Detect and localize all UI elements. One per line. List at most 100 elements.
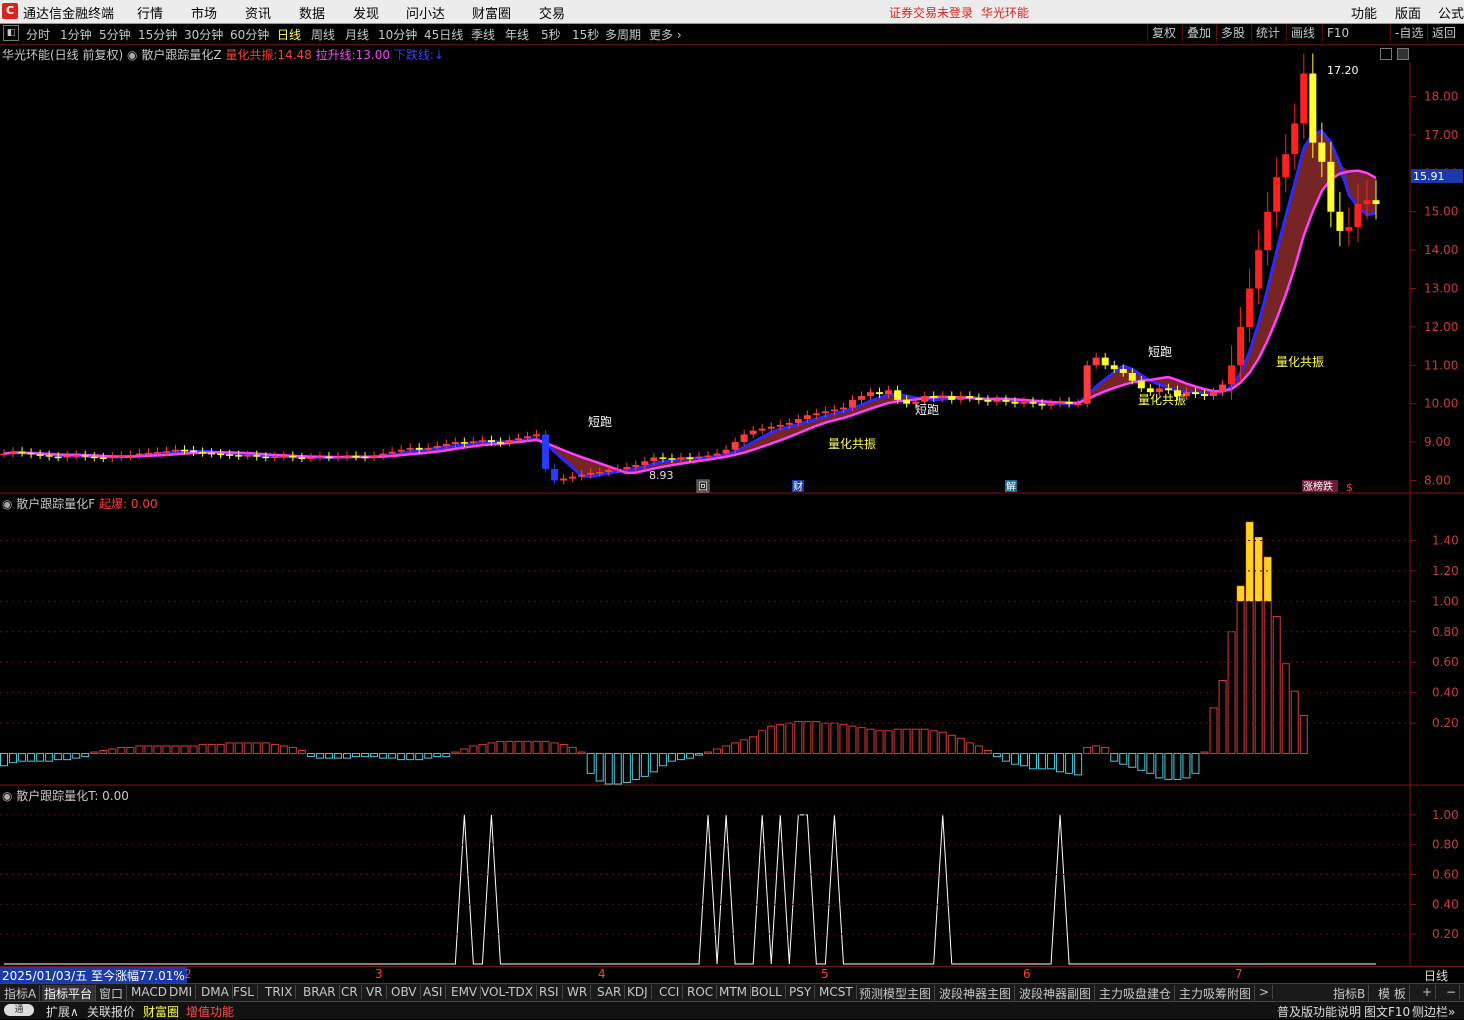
sub1-bar	[18, 753, 27, 762]
status-bar: 通 扩展∧ 关联报价 财富圈 增值功能 普及版功能说明 图文F10 侧边栏»	[0, 1001, 1464, 1019]
sub1-bar	[27, 753, 36, 762]
candle	[316, 452, 324, 462]
candle	[81, 450, 89, 461]
status-kuozhan[interactable]: 扩展∧	[46, 1003, 79, 1020]
tab-15[interactable]: RSI	[537, 985, 563, 999]
status-zengzhi[interactable]: 增值功能	[186, 1003, 234, 1020]
sub2-tick-label: 0.60	[1432, 868, 1459, 882]
tab-27[interactable]: 波段神器副图	[1017, 985, 1096, 1002]
sub1-bar	[911, 728, 920, 755]
tab-right-0[interactable]: 指标B	[1331, 985, 1370, 1002]
date-cursor-label: 2025/01/03/五 至今涨幅77.01%	[0, 967, 187, 984]
sub1-bar-highlight	[1255, 537, 1263, 602]
tab-4[interactable]: DMI	[167, 985, 197, 999]
candle	[117, 451, 125, 461]
tab-29[interactable]: 主力吸筹附图	[1177, 985, 1256, 1002]
tab-30[interactable]: >	[1257, 985, 1274, 999]
event-tag-dollar[interactable]: $	[1346, 481, 1353, 494]
status-guanlian[interactable]: 关联报价	[87, 1003, 135, 1020]
status-f10[interactable]: 图文F10	[1364, 1003, 1410, 1020]
sub1-bar	[767, 725, 776, 755]
sub1-bar	[821, 722, 830, 755]
sub1-bar	[63, 753, 72, 761]
event-tag-hui-text: 回	[698, 481, 708, 493]
tab-24[interactable]: MCST	[817, 985, 857, 999]
tab-0[interactable]: 指标A	[2, 985, 41, 1002]
tab-23[interactable]: PSY	[787, 985, 816, 999]
candle	[217, 449, 225, 459]
status-puji[interactable]: 普及版功能说明	[1277, 1003, 1361, 1020]
month-label-2: 2	[184, 967, 192, 981]
tab-right-1[interactable]: 模 板	[1376, 985, 1410, 1002]
tab-right-2[interactable]: +	[1420, 985, 1437, 999]
tab-7[interactable]: TRIX	[263, 985, 297, 999]
sub1-bar	[451, 751, 460, 755]
candle	[1336, 191, 1344, 247]
sub1-bar	[523, 740, 532, 755]
tab-8[interactable]: BRAR	[301, 985, 340, 999]
main-tick-label: 18.00	[1424, 90, 1458, 104]
sub1-bar	[171, 745, 180, 755]
sub1-bar	[731, 742, 740, 755]
sub1-bar	[415, 753, 424, 761]
tab-right-3[interactable]: −	[1444, 985, 1461, 999]
sub1-tick-label: 0.40	[1432, 686, 1459, 700]
candle	[108, 452, 116, 463]
line-lasheng	[3, 169, 1377, 475]
candle	[190, 445, 198, 456]
tab-22[interactable]: BOLL	[749, 985, 786, 999]
tab-20[interactable]: ROC	[685, 985, 718, 999]
tab-5[interactable]: DMA	[199, 985, 233, 999]
sub1-bar	[1281, 663, 1290, 755]
sub1-bar	[1110, 753, 1119, 762]
tab-2[interactable]: 窗口	[97, 985, 128, 1002]
sub1-bar-chart	[0, 521, 1308, 785]
tab-13[interactable]: EMV	[449, 985, 482, 999]
sub1-bar	[902, 728, 911, 755]
sub1-bar	[676, 753, 685, 761]
sub1-bar	[1182, 753, 1191, 779]
sub1-bar-highlight	[1237, 586, 1245, 602]
tab-25[interactable]: 预测模型主图	[857, 985, 936, 1002]
sub1-bar	[1001, 753, 1010, 762]
sub1-bar	[1038, 753, 1047, 770]
candle	[505, 435, 513, 447]
sub1-tick-label: 1.20	[1432, 564, 1459, 578]
sub1-bar	[288, 746, 297, 755]
tab-18[interactable]: KDJ	[625, 985, 652, 999]
tab-21[interactable]: MTM	[717, 985, 752, 999]
tab-11[interactable]: OBV	[389, 985, 421, 999]
tab-14[interactable]: VOL-TDX	[479, 985, 537, 999]
tab-12[interactable]: ASI	[421, 985, 447, 999]
sub1-bar	[965, 742, 974, 755]
sub1-bar	[649, 753, 658, 773]
tab-3[interactable]: MACD	[129, 985, 171, 999]
sub1-bar	[722, 745, 731, 755]
tab-26[interactable]: 波段神器主图	[937, 985, 1016, 1002]
status-caifuquan[interactable]: 财富圈	[143, 1003, 179, 1020]
candle	[858, 391, 865, 404]
mode-toggle[interactable]: 通	[4, 1004, 34, 1016]
candle	[352, 451, 360, 461]
candle	[18, 447, 26, 457]
tab-17[interactable]: SAR	[595, 985, 626, 999]
tab-16[interactable]: WR	[565, 985, 592, 999]
tab-9[interactable]: CR	[339, 985, 362, 999]
chart-canvas[interactable]: 8.009.0010.0011.0012.0013.0014.0015.0016…	[0, 0, 1464, 966]
sub1-bar	[270, 743, 279, 755]
tab-10[interactable]: VR	[364, 985, 387, 999]
candle	[36, 449, 44, 459]
candle	[1345, 207, 1353, 247]
tab-6[interactable]: FSL	[231, 985, 258, 999]
tab-1[interactable]: 指标平台	[42, 985, 97, 1002]
sub1-tick-label: 1.00	[1432, 594, 1459, 608]
sub1-bar	[803, 721, 812, 755]
month-label-5: 5	[821, 967, 829, 981]
candle	[90, 452, 98, 462]
period-indicator[interactable]: 日线	[1424, 967, 1448, 984]
tab-19[interactable]: CCI	[657, 985, 684, 999]
sub1-bar	[90, 751, 99, 755]
status-sidebar[interactable]: 侧边栏»	[1412, 1003, 1455, 1020]
tab-28[interactable]: 主力吸盘建仓	[1097, 985, 1176, 1002]
sub1-bar	[279, 745, 288, 755]
